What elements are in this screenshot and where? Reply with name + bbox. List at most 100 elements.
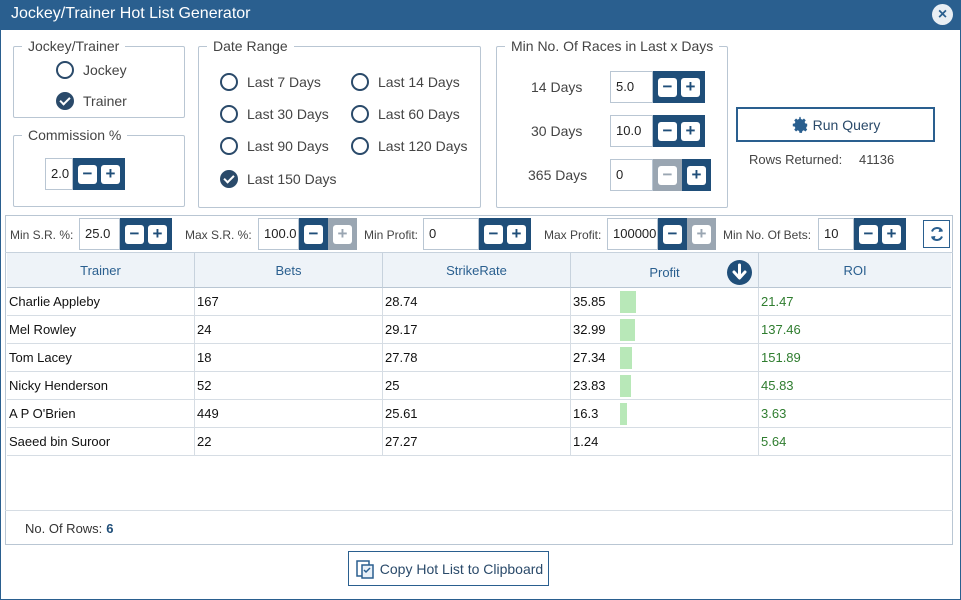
min-bets-plus-button[interactable]: + [882, 224, 901, 244]
radio-trainer[interactable]: Trainer [56, 92, 127, 110]
radio-circle [220, 73, 238, 91]
min-races-30-minus-button[interactable]: − [658, 121, 677, 141]
radio-last-150-days[interactable]: Last 150 Days [220, 170, 337, 188]
arrow-down-icon [732, 263, 747, 280]
cell-profit: 35.85 [571, 288, 759, 316]
cell-roi-text: 151.89 [761, 350, 801, 365]
radio-last-30-days[interactable]: Last 30 Days [220, 105, 329, 123]
min-races-30-plus-button[interactable]: + [681, 121, 700, 141]
cell-profit: 16.3 [571, 400, 759, 428]
cell-trainer: Mel Rowley [7, 316, 195, 344]
radio-last-7-days[interactable]: Last 7 Days [220, 73, 321, 91]
cell-profit-text: 16.3 [573, 406, 599, 421]
min-bets-input[interactable]: 10 [818, 218, 854, 250]
cell-roi: 137.46 [759, 316, 951, 344]
min-races-30-input[interactable]: 10.0 [610, 115, 653, 147]
radio-jockey[interactable]: Jockey [56, 61, 127, 79]
cell-strike-text: 28.74 [385, 294, 418, 309]
clipboard-icon [356, 559, 374, 579]
min-bets-label: Min No. Of Bets: [723, 228, 812, 242]
cell-profit: 1.24 [571, 428, 759, 456]
row-count-value: 6 [106, 521, 114, 536]
radio-label: Last 150 Days [247, 171, 337, 187]
radio-last-90-days[interactable]: Last 90 Days [220, 137, 329, 155]
commission-plus-button[interactable]: + [101, 164, 120, 184]
column-header-strikerate[interactable]: StrikeRate [383, 253, 571, 288]
cell-bets-text: 22 [197, 434, 212, 449]
commission-input[interactable]: 2.0 [45, 158, 73, 190]
radio-circle [220, 105, 238, 123]
max-profit-minus-button[interactable]: − [663, 224, 682, 244]
max-sr-label: Max S.R. %: [185, 228, 252, 242]
cell-profit: 27.34 [571, 344, 759, 372]
table-row[interactable]: Charlie Appleby 167 28.74 35.85 21.47 [7, 288, 951, 316]
radio-circle [351, 137, 369, 155]
min-bets-stepper: 10 − + [818, 218, 906, 250]
run-query-button[interactable]: Run Query [736, 107, 935, 142]
table-row[interactable]: A P O'Brien 449 25.61 16.3 3.63 [7, 400, 951, 428]
copy-to-clipboard-button[interactable]: Copy Hot List to Clipboard [348, 551, 549, 586]
max-profit-plus-button[interactable]: + [692, 224, 711, 244]
min-profit-plus-button[interactable]: + [507, 224, 526, 244]
min-races-14-minus-button[interactable]: − [658, 77, 677, 97]
min-sr-plus-button[interactable]: + [148, 224, 167, 244]
commission-legend: Commission % [28, 127, 122, 143]
cell-strike: 28.74 [383, 288, 571, 316]
min-bets-minus-button[interactable]: − [859, 224, 878, 244]
commission-minus-button[interactable]: − [78, 164, 97, 184]
title-bar: Jockey/Trainer Hot List Generator × [0, 0, 961, 30]
min-races-365-input[interactable]: 0 [610, 159, 653, 191]
column-header-bets[interactable]: Bets [195, 253, 383, 288]
radio-label: Last 7 Days [247, 74, 321, 90]
radio-last-120-days[interactable]: Last 120 Days [351, 137, 468, 155]
close-icon[interactable]: × [932, 4, 953, 25]
profit-bar [620, 403, 627, 425]
table-row[interactable]: Nicky Henderson 52 25 23.83 45.83 [7, 372, 951, 400]
cell-bets-text: 24 [197, 322, 212, 337]
min-profit-input[interactable]: 0 [423, 218, 479, 250]
min-sr-minus-button[interactable]: − [125, 224, 144, 244]
radio-circle [351, 105, 369, 123]
profit-bar [620, 291, 636, 313]
table-row[interactable]: Tom Lacey 18 27.78 27.34 151.89 [7, 344, 951, 372]
max-profit-stepper: 100000 − + [607, 218, 716, 250]
cell-profit: 32.99 [571, 316, 759, 344]
column-header-trainer[interactable]: Trainer [7, 253, 195, 288]
table-row[interactable]: Saeed bin Suroor 22 27.27 1.24 5.64 [7, 428, 951, 456]
max-profit-input[interactable]: 100000 [607, 218, 658, 250]
min-races-30-stepper: 10.0 − + [610, 115, 705, 147]
cell-strike: 25 [383, 372, 571, 400]
cell-profit-text: 23.83 [573, 378, 606, 393]
cell-trainer-text: Mel Rowley [9, 322, 77, 337]
profit-bar [620, 347, 632, 369]
radio-label: Last 30 Days [247, 106, 329, 122]
min-sr-input[interactable]: 25.0 [79, 218, 120, 250]
min-profit-label: Min Profit: [364, 228, 419, 242]
refresh-button[interactable] [923, 220, 950, 248]
min-races-365-plus-button[interactable]: + [687, 165, 706, 185]
min-races-365-minus-button[interactable]: − [658, 165, 677, 185]
cell-roi: 21.47 [759, 288, 951, 316]
column-header-roi[interactable]: ROI [759, 253, 951, 288]
radio-label: Last 60 Days [378, 106, 460, 122]
max-sr-minus-button[interactable]: − [304, 224, 323, 244]
cell-trainer: A P O'Brien [7, 400, 195, 428]
sort-desc-button[interactable] [727, 260, 752, 285]
date-range-legend: Date Range [213, 38, 288, 54]
radio-last-14-days[interactable]: Last 14 Days [351, 73, 460, 91]
cell-roi: 45.83 [759, 372, 951, 400]
min-races-14-input[interactable]: 5.0 [610, 71, 653, 103]
max-sr-plus-button[interactable]: + [333, 224, 352, 244]
min-profit-minus-button[interactable]: − [484, 224, 503, 244]
radio-trainer-label: Trainer [83, 93, 127, 109]
table-row[interactable]: Mel Rowley 24 29.17 32.99 137.46 [7, 316, 951, 344]
rows-returned-value: 41136 [859, 152, 895, 167]
cell-bets: 22 [195, 428, 383, 456]
radio-jockey-circle [56, 61, 74, 79]
min-races-14-plus-button[interactable]: + [681, 77, 700, 97]
max-sr-input[interactable]: 100.0 [258, 218, 299, 250]
radio-last-60-days[interactable]: Last 60 Days [351, 105, 460, 123]
cell-roi: 5.64 [759, 428, 951, 456]
min-races-14-stepper: 5.0 − + [610, 71, 705, 103]
cell-strike: 27.78 [383, 344, 571, 372]
